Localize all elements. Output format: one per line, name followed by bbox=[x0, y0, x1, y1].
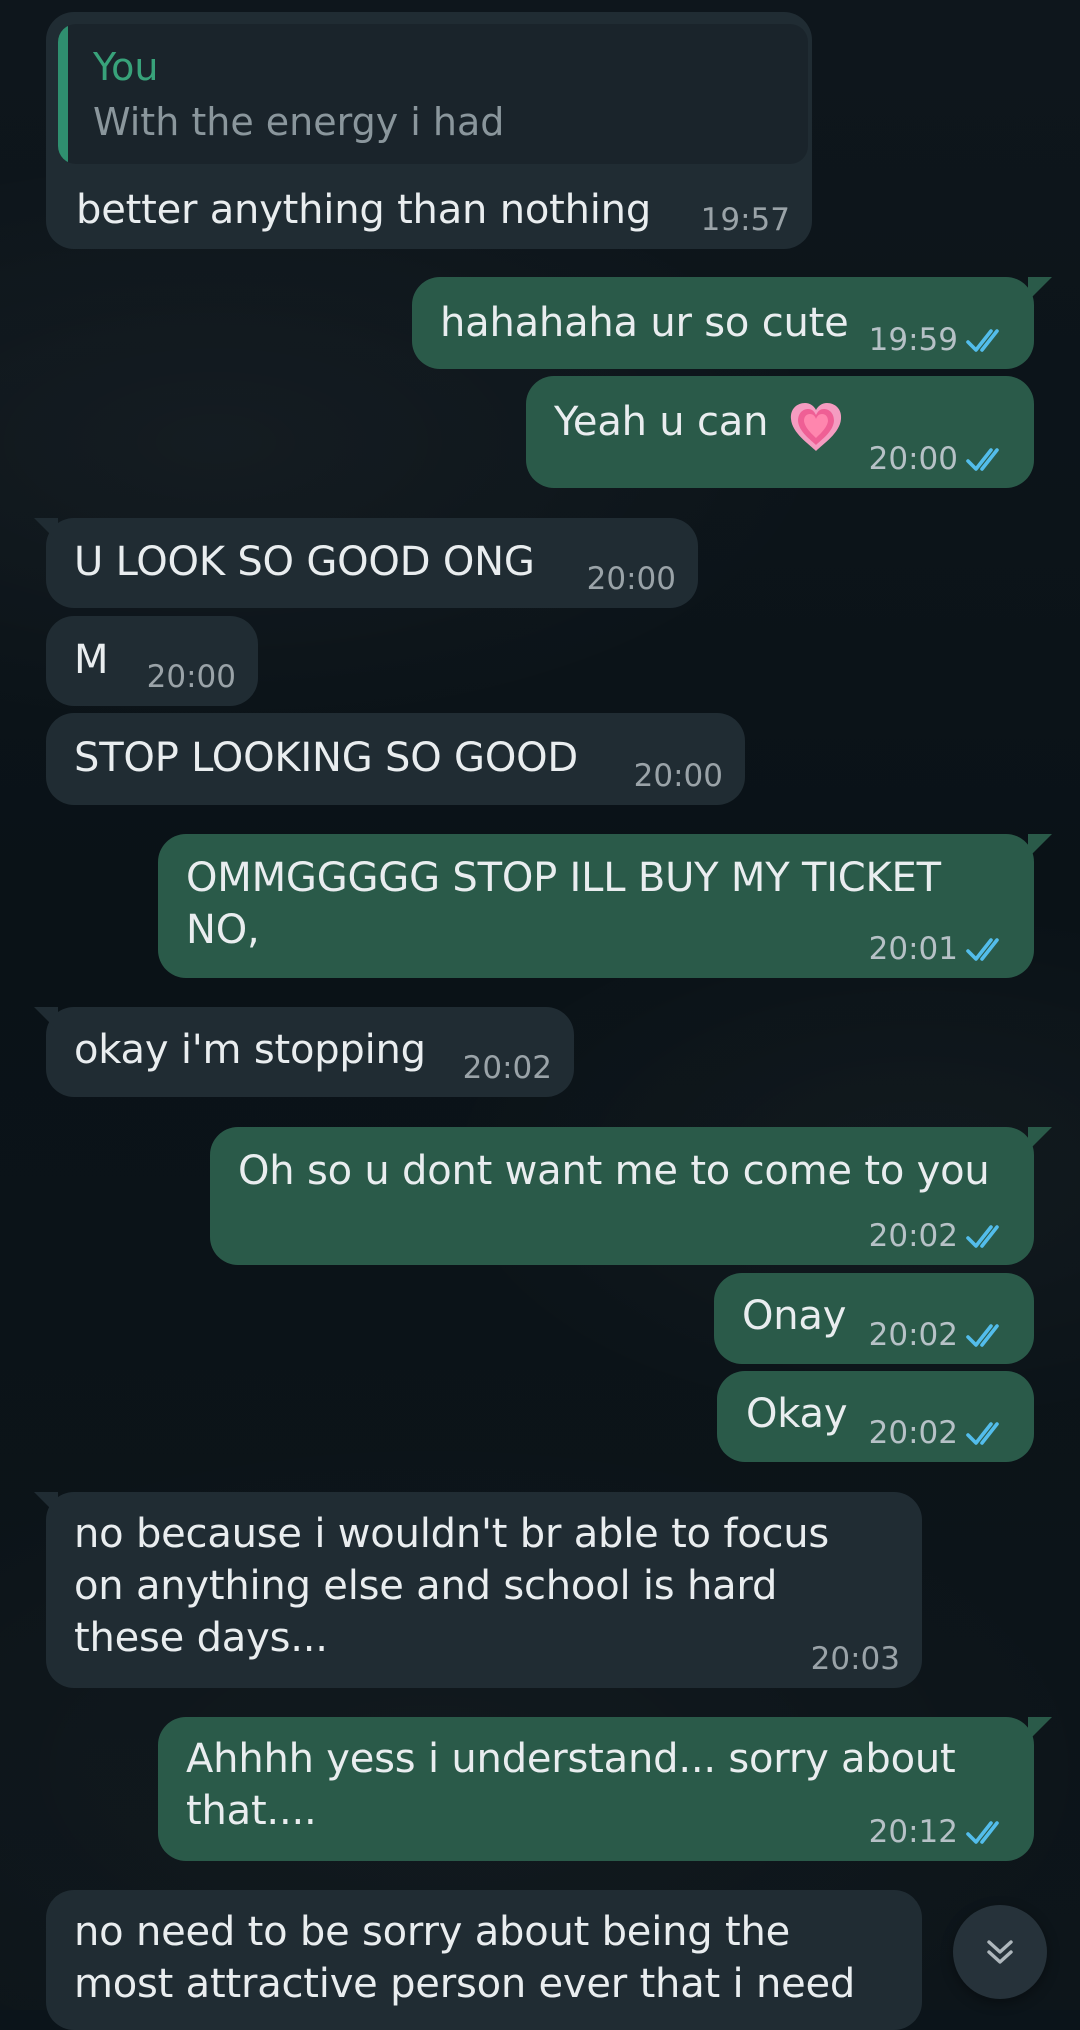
outgoing-message[interactable]: hahahaha ur so cute 19:59 bbox=[412, 277, 1052, 369]
message-time: 20:02 bbox=[868, 1218, 958, 1254]
double-check-icon bbox=[966, 1324, 999, 1347]
bubble-tail bbox=[1028, 834, 1052, 858]
bubble-tail bbox=[1028, 277, 1052, 301]
bubble-tail bbox=[34, 1007, 58, 1031]
message-meta: 20:02 bbox=[868, 1218, 1012, 1254]
message-time: 20:00 bbox=[586, 561, 676, 597]
incoming-message[interactable]: okay i'm stopping 20:02 bbox=[34, 1007, 574, 1097]
message-text: no because i wouldn't br able to focus o… bbox=[74, 1511, 830, 1661]
growing-heart-icon bbox=[790, 403, 842, 451]
bubble-tail bbox=[1028, 1717, 1052, 1741]
message-time: 20:01 bbox=[868, 931, 958, 967]
outgoing-message-with-emoji[interactable]: Yeah u can 20:00 bbox=[526, 376, 1034, 488]
reply-author: You bbox=[93, 45, 159, 89]
message-meta: 20:00 bbox=[146, 659, 236, 695]
message-meta: 19:59 bbox=[868, 322, 1012, 358]
double-check-icon bbox=[966, 1821, 999, 1844]
message-time: 20:02 bbox=[462, 1050, 552, 1086]
message-text: Yeah u can bbox=[554, 399, 769, 445]
message-text: better anything than nothing bbox=[76, 187, 652, 233]
incoming-message[interactable]: M 20:00 bbox=[46, 616, 258, 706]
message-text: no need to be sorry about being the most… bbox=[74, 1909, 856, 2007]
message-time: 20:12 bbox=[868, 1814, 958, 1850]
double-check-icon bbox=[966, 1225, 999, 1248]
message-time: 20:02 bbox=[868, 1317, 958, 1353]
outgoing-message[interactable]: OMMGGGGG STOP ILL BUY MY TICKET NO, 20:0… bbox=[158, 834, 1052, 978]
message-time: 19:59 bbox=[868, 322, 958, 358]
message-meta: 20:12 bbox=[868, 1814, 1012, 1850]
message-text: M bbox=[74, 637, 109, 683]
message-time: 20:02 bbox=[868, 1415, 958, 1451]
scroll-to-bottom-button[interactable] bbox=[953, 1905, 1047, 1999]
outgoing-message[interactable]: Oh so u dont want me to come to you 20:0… bbox=[210, 1127, 1052, 1265]
message-time: 20:00 bbox=[868, 441, 958, 477]
bubble-tail bbox=[46, 1890, 58, 1914]
bubble-tail bbox=[1028, 1127, 1052, 1151]
incoming-message[interactable]: STOP LOOKING SO GOOD 20:00 bbox=[46, 713, 745, 805]
message-meta: 20:02 bbox=[868, 1415, 1012, 1451]
double-chevron-down-icon bbox=[987, 1940, 1013, 1964]
message-time: 20:00 bbox=[633, 758, 723, 794]
incoming-message-reply[interactable]: You With the energy i had better anythin… bbox=[46, 12, 812, 249]
double-check-icon bbox=[966, 938, 999, 961]
message-text: Onay bbox=[742, 1293, 847, 1339]
incoming-message[interactable]: U LOOK SO GOOD ONG 20:00 bbox=[34, 518, 698, 608]
message-meta: 19:57 bbox=[700, 202, 790, 238]
reply-quote[interactable]: You With the energy i had bbox=[58, 24, 808, 164]
reply-preview-text: With the energy i had bbox=[93, 100, 505, 144]
message-meta: 20:03 bbox=[810, 1641, 900, 1677]
message-meta: 20:00 bbox=[868, 441, 1012, 477]
double-check-icon bbox=[966, 1422, 999, 1445]
outgoing-message[interactable]: Okay 20:02 bbox=[717, 1371, 1034, 1462]
message-meta: 20:00 bbox=[586, 561, 676, 597]
message-time: 20:03 bbox=[810, 1641, 900, 1677]
message-text: OMMGGGGG STOP ILL BUY MY TICKET NO, bbox=[186, 855, 941, 953]
reply-quote-bar bbox=[58, 24, 68, 164]
message-meta: 20:02 bbox=[462, 1050, 552, 1086]
message-time: 20:00 bbox=[146, 659, 236, 695]
outgoing-message[interactable]: Ahhhh yess i understand... sorry about t… bbox=[158, 1717, 1052, 1861]
double-check-icon bbox=[966, 329, 999, 352]
message-meta: 20:02 bbox=[868, 1317, 1012, 1353]
message-text: Okay bbox=[746, 1391, 848, 1437]
message-time: 19:57 bbox=[700, 202, 790, 238]
bubble-tail bbox=[34, 1492, 58, 1516]
message-text: okay i'm stopping bbox=[74, 1027, 426, 1073]
message-text: Ahhhh yess i understand... sorry about t… bbox=[186, 1736, 956, 1834]
outgoing-message[interactable]: Onay 20:02 bbox=[714, 1273, 1034, 1364]
incoming-message[interactable]: no because i wouldn't br able to focus o… bbox=[34, 1492, 922, 1688]
message-text: STOP LOOKING SO GOOD bbox=[74, 735, 578, 781]
message-text: U LOOK SO GOOD ONG bbox=[74, 539, 535, 585]
bubble-tail bbox=[34, 518, 58, 542]
message-text: Oh so u dont want me to come to you bbox=[238, 1148, 990, 1194]
message-meta: 20:00 bbox=[633, 758, 723, 794]
message-meta: 20:01 bbox=[868, 931, 1012, 967]
message-text: hahahaha ur so cute bbox=[440, 300, 849, 346]
double-check-icon bbox=[966, 448, 999, 471]
incoming-message-partial[interactable]: no need to be sorry about being the most… bbox=[46, 1890, 922, 2030]
